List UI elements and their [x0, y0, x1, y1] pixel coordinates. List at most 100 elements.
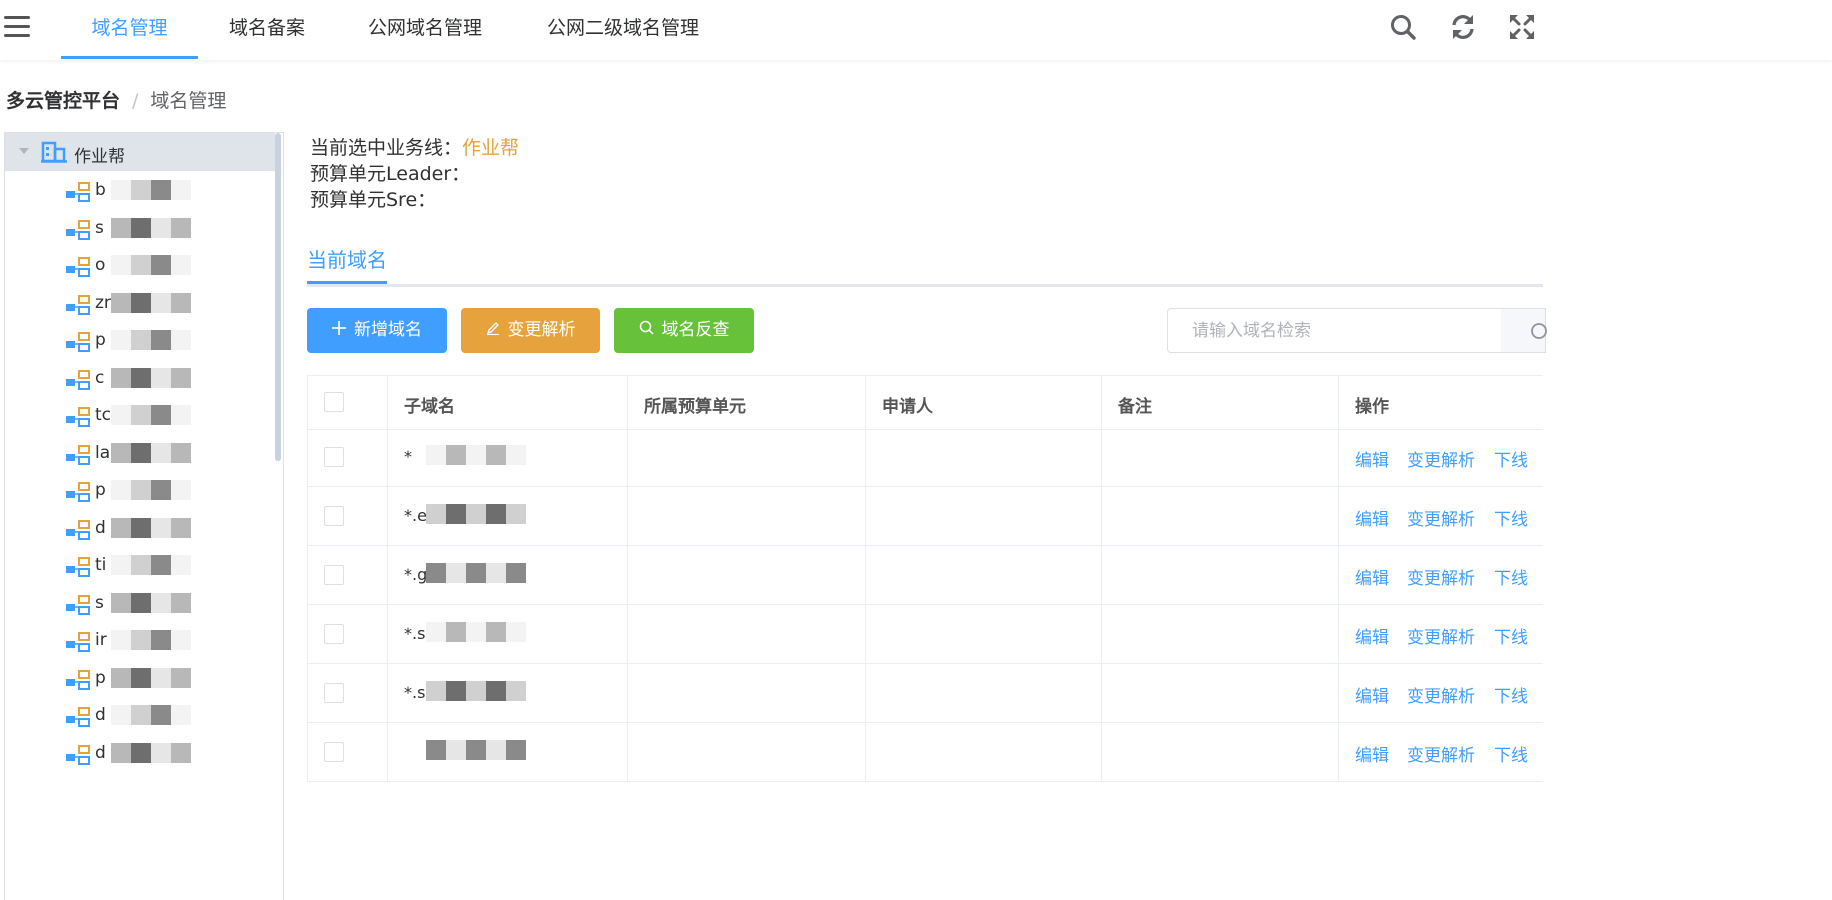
menu-toggle-icon[interactable] [4, 16, 30, 38]
tree-node-label: b [95, 180, 106, 200]
change-resolution-link[interactable]: 变更解析 [1407, 505, 1475, 530]
tab-public-domain[interactable]: 公网域名管理 [350, 0, 500, 56]
tree-node-label: tc [95, 405, 112, 425]
fullscreen-icon[interactable] [1507, 12, 1537, 42]
tree-node[interactable]: c [65, 364, 265, 394]
redaction-block [466, 504, 486, 524]
redaction-block [111, 480, 131, 500]
table-cell [307, 664, 387, 722]
row-checkbox[interactable] [324, 742, 344, 762]
tree-node[interactable]: tc [65, 401, 265, 431]
row-checkbox[interactable] [324, 565, 344, 585]
node-icon [65, 406, 91, 432]
redaction-block [151, 630, 171, 650]
redaction-block [486, 563, 506, 583]
node-icon [65, 369, 91, 395]
sre-info: 预算单元Sre： [310, 185, 436, 212]
redaction-block [171, 330, 191, 350]
tree-node-label: zr [95, 292, 111, 313]
table-cell: 编辑 变更解析 下线 [1338, 605, 1543, 663]
tree-node[interactable]: d [65, 739, 265, 769]
table-cell [307, 546, 387, 604]
leader-label: 预算单元Leader： [310, 163, 471, 185]
edit-link[interactable]: 编辑 [1355, 741, 1389, 766]
redaction-block [131, 705, 151, 725]
redaction-block [486, 681, 506, 701]
redaction-block [111, 255, 131, 275]
redaction-block [426, 740, 446, 760]
row-checkbox[interactable] [324, 683, 344, 703]
change-resolution-link[interactable]: 变更解析 [1407, 741, 1475, 766]
edit-link[interactable]: 编辑 [1355, 505, 1389, 530]
tree-node[interactable]: b [65, 176, 265, 206]
redaction-block [111, 292, 131, 313]
tree-node[interactable]: ti [65, 551, 265, 581]
tab-divider [307, 284, 1543, 287]
change-resolution-link[interactable]: 变更解析 [1407, 682, 1475, 707]
tree-node[interactable]: d [65, 514, 265, 544]
redaction-block [466, 740, 486, 760]
redaction-block [131, 667, 151, 688]
refresh-icon[interactable] [1448, 12, 1478, 42]
table-cell [865, 664, 1101, 722]
offline-link[interactable]: 下线 [1494, 564, 1528, 589]
redaction-block [506, 740, 526, 760]
table-cell [627, 605, 865, 663]
tree-root-label: 作业帮 [74, 147, 125, 167]
tab-domain-filing[interactable]: 域名备案 [210, 0, 324, 56]
table-cell [307, 428, 387, 486]
redaction-block [446, 445, 466, 465]
edit-link[interactable]: 编辑 [1355, 623, 1389, 648]
offline-link[interactable]: 下线 [1494, 682, 1528, 707]
change-resolution-link[interactable]: 变更解析 [1407, 564, 1475, 589]
breadcrumb-root[interactable]: 多云管控平台 [6, 90, 120, 112]
redaction-block [151, 517, 171, 538]
tree-scrollbar[interactable] [275, 133, 281, 461]
offline-link[interactable]: 下线 [1494, 623, 1528, 648]
redaction-block [131, 555, 151, 575]
search-icon[interactable] [1388, 12, 1418, 42]
tree-node[interactable]: s [65, 214, 265, 244]
offline-link[interactable]: 下线 [1494, 741, 1528, 766]
caret-down-icon[interactable] [19, 148, 29, 154]
subdomain-text: *.s [404, 624, 426, 643]
tree-node[interactable]: zr [65, 289, 265, 319]
redaction-block [446, 681, 466, 701]
domain-search-input[interactable] [1190, 309, 1494, 352]
edit-link[interactable]: 编辑 [1355, 682, 1389, 707]
row-checkbox[interactable] [324, 506, 344, 526]
change-resolution-button[interactable]: 变更解析 [461, 308, 600, 353]
node-icon [65, 481, 91, 507]
tree-node[interactable]: la [65, 439, 265, 469]
redaction-block [171, 292, 191, 313]
tree-node[interactable]: s [65, 589, 265, 619]
change-resolution-link[interactable]: 变更解析 [1407, 446, 1475, 471]
reverse-lookup-button[interactable]: 域名反查 [614, 308, 754, 353]
edit-link[interactable]: 编辑 [1355, 446, 1389, 471]
tab-current-domains[interactable]: 当前域名 [307, 240, 387, 284]
redaction-block [111, 630, 131, 650]
search-submit-button[interactable] [1501, 308, 1547, 353]
tree-node[interactable]: p [65, 664, 265, 694]
tab-domain-management[interactable]: 域名管理 [61, 0, 198, 59]
tree-node[interactable]: d [65, 701, 265, 731]
edit-link[interactable]: 编辑 [1355, 564, 1389, 589]
tree-node[interactable]: o [65, 251, 265, 281]
redaction-block [111, 367, 131, 388]
redaction-block [151, 255, 171, 275]
tree-node[interactable]: p [65, 326, 265, 356]
add-domain-button[interactable]: 新增域名 [307, 308, 447, 353]
offline-link[interactable]: 下线 [1494, 505, 1528, 530]
select-all-checkbox[interactable] [324, 392, 344, 412]
row-checkbox[interactable] [324, 447, 344, 467]
redaction-block [111, 555, 131, 575]
tree-root-node[interactable]: 作业帮 [5, 133, 275, 171]
node-icon [65, 181, 91, 207]
tab-public-subdomain[interactable]: 公网二级域名管理 [528, 0, 718, 56]
tree-node[interactable]: p [65, 476, 265, 506]
row-checkbox[interactable] [324, 624, 344, 644]
tree-node[interactable]: ir [65, 626, 265, 656]
change-resolution-link[interactable]: 变更解析 [1407, 623, 1475, 648]
redaction-block [111, 517, 131, 538]
offline-link[interactable]: 下线 [1494, 446, 1528, 471]
